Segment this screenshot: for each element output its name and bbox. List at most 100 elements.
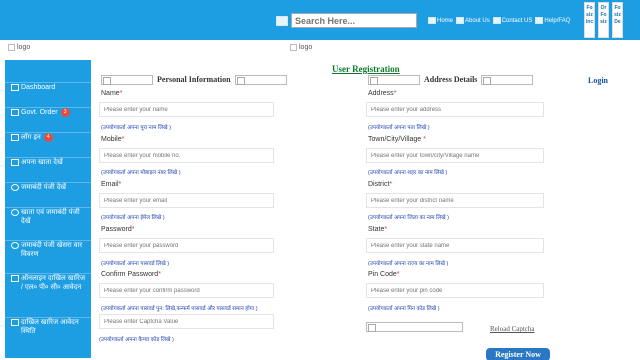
field-label-text: Pin Code bbox=[368, 271, 397, 278]
sidebar-item-khesra-details[interactable]: जमाबंदी पंजी खेसरा वार विवरण bbox=[5, 240, 91, 259]
confirm-password-label: Confirm Password* bbox=[101, 271, 161, 278]
document-icon bbox=[11, 109, 19, 116]
field-label-text: Password bbox=[101, 226, 132, 233]
town-field[interactable] bbox=[366, 148, 544, 163]
pincode-field[interactable] bbox=[366, 283, 544, 298]
reload-captcha-link[interactable]: Reload Captcha bbox=[490, 325, 535, 333]
email-hint: (उपयोगकर्ता अपना ईमेल लिखे ) bbox=[101, 215, 165, 221]
personal-info-heading: Personal Information bbox=[101, 74, 287, 85]
address-field[interactable] bbox=[366, 102, 544, 117]
field-label-text: Confirm Password bbox=[101, 271, 159, 278]
login-link[interactable]: Login bbox=[588, 76, 608, 85]
font-size-decrease-tab[interactable]: Fo siz De bbox=[612, 2, 623, 38]
sidebar-item-dashboard[interactable]: Dashboard bbox=[5, 82, 91, 92]
heading-image-icon bbox=[234, 74, 287, 85]
address-label: Address* bbox=[368, 90, 396, 97]
field-label-text: Name bbox=[101, 90, 120, 97]
required-marker: * bbox=[158, 271, 161, 278]
sidebar: Dashboard Govt. Order 3 लॉग इन 4 अपना खाता… bbox=[5, 60, 91, 358]
eye-icon bbox=[11, 242, 19, 249]
nav-about-link[interactable]: About Us bbox=[456, 17, 490, 24]
nav-about-label: About Us bbox=[465, 17, 490, 24]
register-button[interactable]: Register Now bbox=[486, 348, 550, 360]
field-label-text: Address bbox=[368, 90, 394, 97]
logo-image-icon bbox=[8, 44, 15, 51]
font-size-original-tab[interactable]: Or Fo siz bbox=[598, 2, 609, 38]
top-nav: Home About Us Contact US Help/FAQ bbox=[428, 17, 570, 24]
logo-center: logo bbox=[290, 44, 312, 51]
logo-left: logo bbox=[8, 44, 30, 51]
district-hint: (उपयोगकर्ता अपना जिला का नाम लिखे ) bbox=[368, 215, 449, 221]
heading-image-icon bbox=[368, 74, 420, 85]
count-badge: 3 bbox=[60, 108, 70, 117]
field-label-text: District bbox=[368, 181, 390, 188]
font-size-increase-tab[interactable]: Fo siz inc bbox=[584, 2, 595, 38]
eye-icon bbox=[11, 209, 19, 216]
contact-icon bbox=[492, 17, 501, 24]
state-field[interactable] bbox=[366, 238, 544, 253]
sidebar-item-govt-order[interactable]: Govt. Order 3 bbox=[5, 107, 91, 117]
required-marker: * bbox=[118, 181, 122, 188]
captcha-field[interactable] bbox=[99, 314, 274, 329]
nav-contact-label: Contact US bbox=[501, 17, 533, 24]
page-title: User Registration bbox=[332, 64, 400, 74]
eye-icon bbox=[11, 184, 19, 191]
nav-help-label: Help/FAQ bbox=[544, 17, 571, 24]
dashboard-icon bbox=[11, 84, 19, 91]
pincode-hint: (उपयोगकर्ता अपना पिन कोड लिखे ) bbox=[368, 306, 440, 312]
required-marker: * bbox=[421, 136, 426, 143]
password-label: Password* bbox=[101, 226, 134, 233]
mobile-field[interactable] bbox=[99, 148, 274, 163]
password-field[interactable] bbox=[99, 238, 274, 253]
state-label: State* bbox=[368, 226, 387, 233]
name-hint: (उपयोगकर्ता अपना पूरा नाम लिखे ) bbox=[101, 125, 171, 131]
sidebar-item-label: जमाबंदी पंजी देखें bbox=[21, 184, 67, 191]
sidebar-item-view-account[interactable]: अपना खाता देखें bbox=[5, 157, 91, 167]
heading-image-icon bbox=[481, 74, 534, 85]
sidebar-item-label: Govt. Order bbox=[21, 109, 58, 116]
name-label: Name* bbox=[101, 90, 122, 97]
count-badge: 4 bbox=[43, 133, 53, 142]
confirm-password-hint: (उपयोगकर्ता अपना पासवर्ड पुन: लिखे,कन्फर… bbox=[101, 306, 258, 312]
required-marker: * bbox=[384, 226, 388, 233]
sidebar-item-login[interactable]: लॉग इन 4 bbox=[5, 132, 91, 142]
sidebar-item-view-jamabandi[interactable]: जमाबंदी पंजी देखें bbox=[5, 182, 91, 192]
sidebar-item-mutation-status[interactable]: दाखिल खारिज आवेदन स्थिति bbox=[5, 317, 91, 336]
sidebar-item-label: लॉग इन bbox=[21, 134, 41, 141]
field-label-text: State bbox=[368, 226, 385, 233]
address-details-heading: Address Details bbox=[368, 74, 534, 85]
search-icon[interactable] bbox=[276, 15, 288, 26]
list-icon bbox=[11, 159, 19, 166]
sidebar-item-label: खाता एवं जमाबंदी पंजी देखें bbox=[21, 209, 80, 225]
confirm-password-field[interactable] bbox=[99, 283, 274, 298]
email-label: Email* bbox=[101, 181, 121, 188]
district-field[interactable] bbox=[366, 193, 544, 208]
sidebar-item-online-mutation[interactable]: ऑनलाइन दाखिल खारिज / एल० पी० सी० आवेदन bbox=[5, 273, 91, 292]
field-label-text: Mobile bbox=[101, 136, 122, 143]
nav-home-link[interactable]: Home bbox=[428, 17, 453, 24]
logo-left-alt: logo bbox=[17, 44, 31, 51]
town-hint: (उपयोगकर्ता अपना शहर का नाम लिखे ) bbox=[368, 170, 448, 176]
sidebar-item-label: अपना खाता देखें bbox=[21, 159, 63, 166]
pincode-label: Pin Code* bbox=[368, 271, 400, 278]
required-marker: * bbox=[389, 181, 393, 188]
name-field[interactable] bbox=[99, 102, 274, 117]
sidebar-item-account-jamabandi[interactable]: खाता एवं जमाबंदी पंजी देखें bbox=[5, 207, 91, 226]
email-field[interactable] bbox=[99, 193, 274, 208]
required-marker: * bbox=[393, 90, 397, 97]
town-label: Town/City/Village * bbox=[368, 136, 426, 143]
nav-help-link[interactable]: Help/FAQ bbox=[535, 17, 570, 24]
info-icon bbox=[456, 17, 465, 24]
required-marker: * bbox=[131, 226, 135, 233]
search-input[interactable] bbox=[291, 13, 417, 28]
sidebar-item-label: ऑनलाइन दाखिल खारिज / एल० पी० सी० आवेदन bbox=[21, 275, 86, 291]
field-label-text: Email bbox=[101, 181, 119, 188]
required-marker: * bbox=[119, 90, 123, 97]
personal-info-title: Personal Information bbox=[157, 75, 231, 84]
mobile-hint: (उपयोगकर्ता अपना मोबाइल नंबर लिखे ) bbox=[101, 170, 181, 176]
logo-image-icon bbox=[290, 44, 297, 51]
sidebar-item-label: जमाबंदी पंजी खेसरा वार विवरण bbox=[21, 242, 83, 258]
captcha-image bbox=[366, 322, 463, 332]
nav-contact-link[interactable]: Contact US bbox=[492, 17, 533, 24]
search-box bbox=[276, 13, 417, 28]
